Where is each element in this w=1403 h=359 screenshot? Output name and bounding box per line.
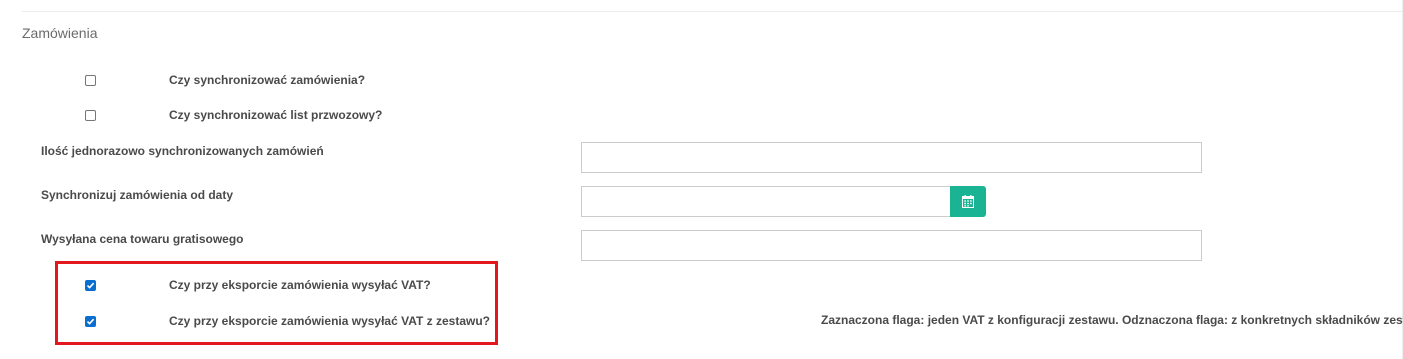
- sync-waybill-label: Czy synchronizować list przwozowy?: [169, 108, 383, 122]
- sync-waybill-row: Czy synchronizować list przwozowy?: [0, 107, 1403, 127]
- free-item-price-input[interactable]: [581, 230, 1202, 261]
- highlight-annotation-box: [55, 261, 498, 345]
- top-divider: [22, 11, 1402, 12]
- section-title: Zamówienia: [22, 25, 98, 41]
- sync-orders-checkbox[interactable]: [85, 75, 96, 86]
- vat-set-help-text: Zaznaczona flaga: jeden VAT z konfigurac…: [821, 313, 1403, 327]
- calendar-button[interactable]: [950, 186, 986, 217]
- calendar-icon: [962, 195, 974, 208]
- batch-size-input[interactable]: [581, 142, 1202, 173]
- sync-from-date-label: Synchronizuj zamówienia od daty: [41, 188, 234, 202]
- free-item-price-label: Wysyłana cena towaru gratisowego: [41, 232, 244, 246]
- sync-orders-label: Czy synchronizować zamówienia?: [169, 73, 366, 87]
- sync-from-date-input[interactable]: [581, 186, 951, 217]
- batch-size-label: Ilość jednorazowo synchronizowanych zamó…: [41, 144, 324, 158]
- sync-waybill-checkbox[interactable]: [85, 110, 96, 121]
- sync-orders-row: Czy synchronizować zamówienia?: [0, 72, 1403, 92]
